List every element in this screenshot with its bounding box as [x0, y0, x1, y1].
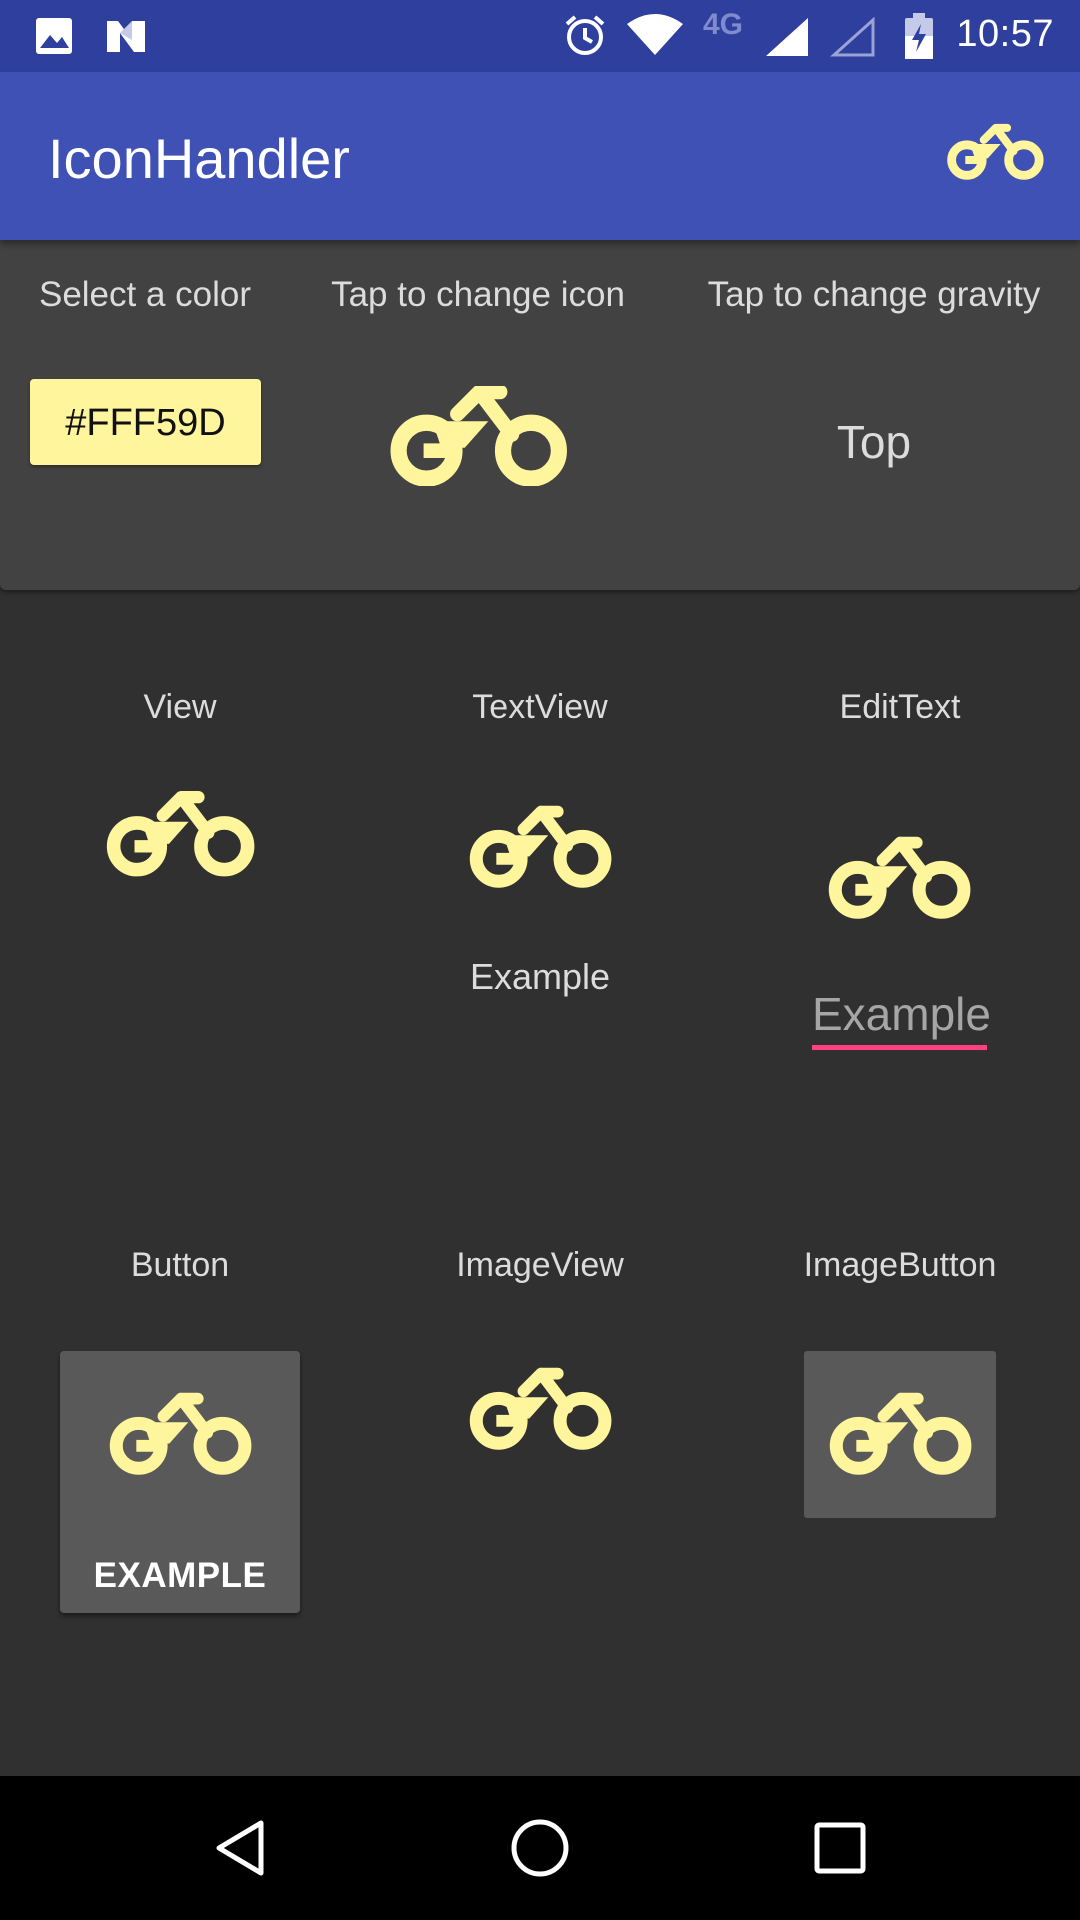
edittext-label: EditText	[839, 688, 961, 726]
back-button[interactable]	[170, 1776, 310, 1920]
home-button[interactable]	[470, 1776, 610, 1920]
textview-label: TextView	[472, 688, 608, 726]
recents-button[interactable]	[770, 1776, 910, 1920]
color-control: Select a color #FFF59D	[0, 240, 290, 590]
motorcycle-icon[interactable]	[946, 122, 1044, 182]
icon-control[interactable]: Tap to change icon	[290, 240, 666, 590]
controls-card: Select a color #FFF59D Tap to change ico…	[0, 240, 1080, 590]
icon-label: Tap to change icon	[331, 275, 625, 314]
navigation-bar	[0, 1776, 1080, 1920]
button-text: EXAMPLE	[93, 1556, 267, 1595]
motorcycle-icon	[828, 1391, 972, 1477]
status-bar: 4G 10:57	[0, 0, 1080, 72]
textview-text: Example	[469, 956, 611, 997]
imagebutton-label: ImageButton	[803, 1246, 997, 1284]
home-icon	[511, 1819, 569, 1877]
image-icon	[36, 18, 72, 54]
gravity-label: Tap to change gravity	[707, 275, 1041, 314]
button-label: Button	[130, 1246, 230, 1284]
battery-charging-icon	[905, 13, 933, 59]
example-image-button[interactable]	[804, 1351, 996, 1518]
imageview-label: ImageView	[456, 1246, 624, 1284]
color-label: Select a color	[38, 275, 252, 314]
n-logo-icon	[107, 21, 145, 52]
motorcycle-icon	[468, 804, 612, 890]
app-bar: IconHandler	[0, 72, 1080, 240]
gravity-value[interactable]: Top	[672, 415, 1076, 469]
view-label: View	[143, 688, 217, 726]
clock: 10:57	[956, 13, 1054, 55]
signal-empty-icon	[830, 16, 875, 57]
motorcycle-icon	[105, 790, 255, 878]
motorcycle-icon	[827, 835, 971, 921]
wifi-icon	[627, 14, 683, 55]
alarm-icon	[565, 15, 605, 55]
network-type-label: 4G	[703, 8, 744, 41]
recents-icon	[814, 1822, 866, 1874]
motorcycle-icon	[108, 1391, 252, 1477]
motorcycle-icon[interactable]	[388, 386, 568, 486]
edittext-underline	[812, 1045, 987, 1050]
color-picker-button[interactable]: #FFF59D	[30, 379, 261, 465]
motorcycle-icon	[468, 1366, 612, 1452]
signal-icon	[766, 18, 808, 56]
example-button[interactable]: EXAMPLE	[60, 1351, 300, 1613]
app-title: IconHandler	[48, 127, 350, 190]
gravity-control[interactable]: Tap to change gravity Top	[672, 240, 1076, 590]
back-icon	[216, 1820, 264, 1876]
